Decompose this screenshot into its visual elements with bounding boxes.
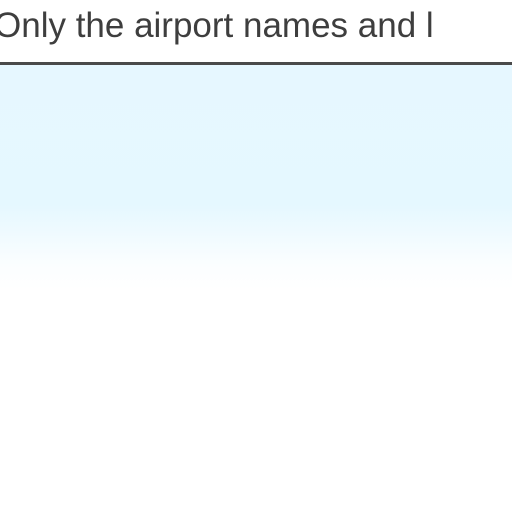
header-text: Only the airport names and l bbox=[0, 6, 434, 45]
header-bar: Only the airport names and l bbox=[0, 0, 512, 62]
content-area bbox=[0, 65, 512, 512]
screen: Only the airport names and l bbox=[0, 0, 512, 512]
